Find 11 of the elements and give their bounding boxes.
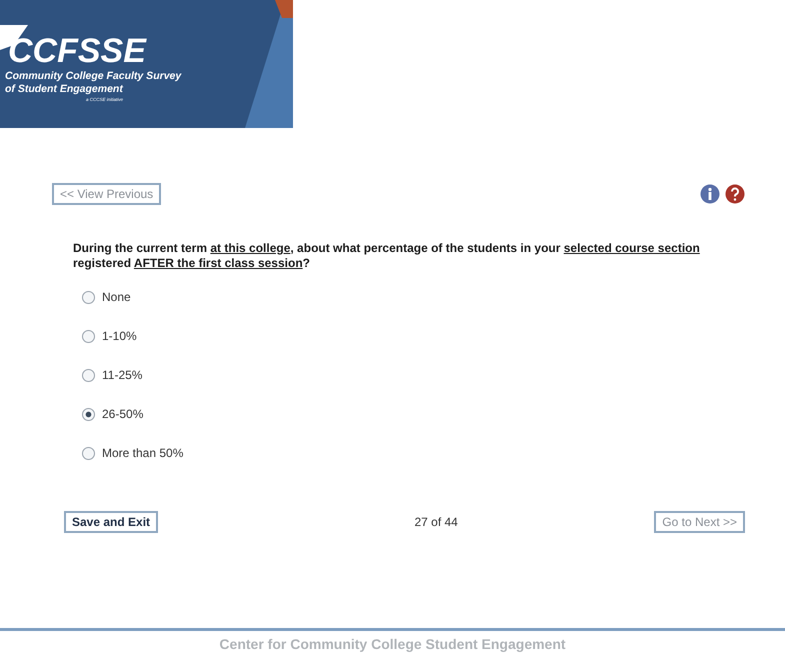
progress-counter: 27 of 44 <box>414 515 458 529</box>
help-icon[interactable] <box>725 184 745 204</box>
footer-text: Center for Community College Student Engagement <box>219 636 566 654</box>
answer-option[interactable]: 1-10% <box>82 328 745 344</box>
answer-option[interactable]: None <box>82 289 745 305</box>
answer-option[interactable]: 11-25% <box>82 367 745 383</box>
answer-option[interactable]: More than 50% <box>82 445 745 461</box>
info-icon[interactable] <box>700 184 720 204</box>
save-exit-button[interactable]: Save and Exit <box>64 511 158 533</box>
question-text: During the current term at this college, about what percentage of the students in your selected course section registered AFTER the first class session? <box>73 241 701 271</box>
answer-option[interactable]: 26-50% <box>82 406 745 422</box>
